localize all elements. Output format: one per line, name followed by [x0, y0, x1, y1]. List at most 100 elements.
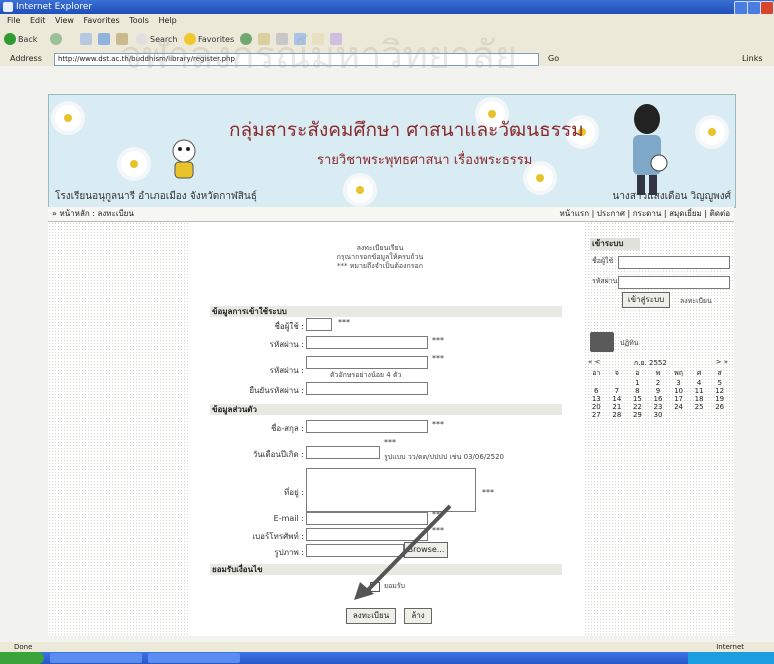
calendar-day[interactable]: 30 [648, 411, 669, 419]
calendar-day[interactable]: 19 [709, 395, 730, 403]
window-titlebar: Internet Explorer [0, 0, 774, 15]
site-banner: กลุ่มสาระสังคมศึกษา ศาสนาและวัฒนธรรม ราย… [48, 94, 736, 208]
banner-subtitle: รายวิชาพระพุทธศาสนา เรื่องพระธรรม [317, 153, 533, 168]
login-username-input[interactable] [618, 256, 730, 269]
forward-arrow-icon[interactable] [50, 33, 62, 45]
login-password-input[interactable] [618, 276, 730, 289]
birthdate-hint: รูปแบบ วว/ดด/ปปปป เช่น 03/06/2520 [384, 453, 504, 461]
calendar-day[interactable]: 27 [586, 411, 607, 419]
calendar-day [668, 411, 689, 419]
ie-icon [3, 2, 13, 12]
refresh-icon[interactable] [98, 33, 110, 45]
email-label: E-mail : [273, 514, 304, 523]
calendar-day[interactable]: 1 [627, 379, 648, 387]
calendar-day[interactable]: 16 [648, 395, 669, 403]
menu-file[interactable]: File [7, 16, 20, 25]
calendar-day[interactable]: 14 [607, 395, 628, 403]
required-mark: *** [338, 318, 350, 327]
photo-label: รูปภาพ : [274, 548, 304, 557]
required-mark: *** [384, 438, 396, 447]
login-password-label: รหัสผ่าน [592, 277, 618, 285]
calendar-day[interactable]: 10 [668, 387, 689, 395]
phone-label: เบอร์โทรศัพท์ : [252, 532, 304, 541]
back-arrow-icon[interactable] [4, 33, 16, 45]
register-notice: ลงทะเบียนเรียน กรุณากรอกข้อมูลให้ครบถ้วน… [280, 244, 480, 271]
taskbar-item[interactable] [50, 653, 142, 663]
menu-view[interactable]: View [55, 16, 74, 25]
notice-line: กรุณากรอกข้อมูลให้ครบถ้วน [336, 253, 424, 261]
calendar-day[interactable]: 15 [627, 395, 648, 403]
calendar-day[interactable]: 12 [709, 387, 730, 395]
password-label: รหัสผ่าน : [269, 340, 304, 349]
breadcrumb: » หน้าหลัก : ลงทะเบียน [52, 209, 134, 218]
calendar-day [709, 411, 730, 419]
calendar-day[interactable]: 26 [709, 403, 730, 411]
window-title: Internet Explorer [16, 2, 93, 12]
calendar-day[interactable]: 28 [607, 411, 628, 419]
calendar-day[interactable]: 9 [648, 387, 669, 395]
taskbar [0, 652, 774, 664]
calendar-day[interactable]: 25 [689, 403, 710, 411]
taskbar-item[interactable] [148, 653, 240, 663]
confirm-input[interactable] [306, 382, 428, 395]
section-personal: ข้อมูลส่วนตัว [210, 404, 562, 415]
calendar-day[interactable]: 22 [627, 403, 648, 411]
calendar-day[interactable]: 21 [607, 403, 628, 411]
register-link[interactable]: ลงทะเบียน [680, 296, 712, 307]
weekday: พฤ [674, 369, 683, 377]
weekday: ส [717, 369, 722, 377]
calendar-day[interactable]: 6 [586, 387, 607, 395]
flower-icon [699, 119, 725, 145]
teacher-photo [633, 104, 668, 195]
calendar-day[interactable]: 11 [689, 387, 710, 395]
calendar-day[interactable]: 13 [586, 395, 607, 403]
birthdate-input[interactable] [306, 446, 380, 459]
calendar-day [689, 411, 710, 419]
username-input[interactable] [306, 318, 332, 331]
calendar-day [607, 379, 628, 387]
minimize-button[interactable] [734, 1, 748, 15]
menu-favorites[interactable]: Favorites [84, 16, 120, 25]
calendar-day[interactable]: 4 [689, 379, 710, 387]
login-username-label: ชื่อผู้ใช้ [592, 257, 614, 265]
calendar-prev[interactable]: « < [588, 358, 600, 366]
menu-edit[interactable]: Edit [30, 16, 46, 25]
calendar-day[interactable]: 18 [689, 395, 710, 403]
weekday: จ [614, 369, 619, 377]
birthdate-label: วันเดือนปีเกิด : [252, 450, 304, 459]
required-mark: *** [432, 420, 444, 429]
calendar-day[interactable]: 3 [668, 379, 689, 387]
calendar-day[interactable]: 17 [668, 395, 689, 403]
stop-icon[interactable] [80, 33, 92, 45]
address-label: ที่อยู่ : [283, 488, 304, 497]
calendar-day[interactable]: 2 [648, 379, 669, 387]
password-confirm-box[interactable] [306, 356, 428, 369]
fullname-input[interactable] [306, 420, 428, 433]
submit-button[interactable]: ลงทะเบียน [346, 608, 396, 624]
back-button[interactable]: Back [18, 32, 37, 47]
calendar-day[interactable]: 8 [627, 387, 648, 395]
password-input[interactable] [306, 336, 428, 349]
required-mark: *** [482, 488, 494, 497]
username-label: ชื่อผู้ใช้ : [274, 322, 305, 331]
calendar-day[interactable]: 5 [709, 379, 730, 387]
start-button[interactable] [0, 652, 44, 664]
calendar-day[interactable]: 20 [586, 403, 607, 411]
maximize-button[interactable] [747, 1, 761, 15]
calendar-title: ปฏิทิน [620, 339, 639, 347]
required-mark: *** [432, 336, 444, 345]
teacher-name: นางสาวแสงเดือน วิญญูพงศ์ [612, 191, 731, 202]
calendar-day[interactable]: 24 [668, 403, 689, 411]
calendar-day[interactable]: 23 [648, 403, 669, 411]
calendar-day[interactable]: 29 [627, 411, 648, 419]
status-bar: Done Internet [0, 642, 774, 652]
nav-links[interactable]: หน้าแรก | ประกาศ | กระดาน | สมุดเยี่ยม |… [560, 207, 730, 221]
calendar-day[interactable]: 7 [607, 387, 628, 395]
flower-icon [121, 151, 147, 177]
password-hint-label: รหัสผ่าน : [269, 366, 304, 375]
login-button[interactable]: เข้าสู่ระบบ [622, 292, 670, 308]
close-button[interactable] [760, 1, 774, 15]
password-hint: ตัวอักษรอย่างน้อย 4 ตัว [330, 371, 402, 379]
calendar-next[interactable]: > » [716, 358, 728, 366]
reset-button[interactable]: ล้าง [404, 608, 432, 624]
